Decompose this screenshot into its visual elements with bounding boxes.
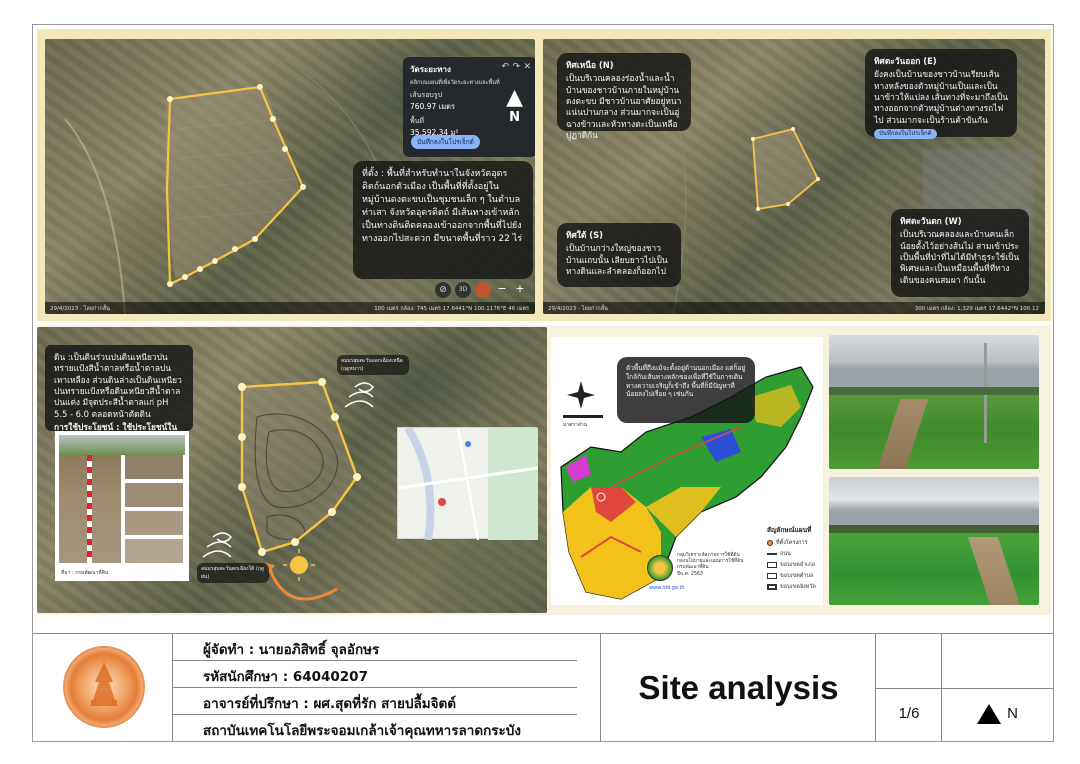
north-label: N bbox=[509, 110, 520, 125]
surroundings-footer-date: 29/4/2023 · โลยก่ากลั้น bbox=[548, 306, 608, 312]
measure-distance-card[interactable]: วัดระยะทาง ↶ ↷ ✕ คลิกบนแผนที่เพื่อวัดระย… bbox=[403, 57, 535, 157]
site-photo-1 bbox=[829, 335, 1039, 469]
district-boundary-icon bbox=[767, 562, 777, 568]
legend-label-subdistrict: ขอบเขตตำบล bbox=[780, 573, 814, 579]
west-side-head: ทิศตะวันตก (W) bbox=[900, 216, 962, 226]
west-side-box: ทิศตะวันตก (W) เป็นบริเวณคลองและบ้านคนเล… bbox=[891, 209, 1029, 297]
surroundings-map: ทิศเหนือ (N) เป็นบริเวณคลองร่องน้ำและน้ำ… bbox=[543, 39, 1045, 314]
location-text: ที่ตั้ง : พื้นที่สำหรับทำนาในจังหวัดอุดร… bbox=[362, 169, 523, 245]
legend-item-road: ถนน bbox=[767, 550, 791, 558]
title-cell: Site analysis bbox=[601, 634, 876, 742]
soil-description: ดิน :เป็นดินร่วนปนดินเหนียวปนทรายแป้งสีน… bbox=[45, 345, 193, 443]
legend-title: สัญลักษณ์แผนที่ bbox=[767, 526, 812, 534]
legend-label-district: ขอบเขตอำเภอ bbox=[780, 562, 815, 568]
north-side-head: ทิศเหนือ (N) bbox=[566, 60, 614, 70]
page-number: 1/6 bbox=[898, 705, 920, 722]
info-cell: ผู้จัดทำ : นายอภิสิทธิ์ จุลอักษร รหัสนัก… bbox=[173, 634, 601, 742]
road-map-inset bbox=[397, 425, 539, 541]
north-side-text: เป็นบริเวณคลองร่องน้ำและน้ำบ้านของชาวบ้า… bbox=[566, 73, 682, 141]
north-arrow-icon: ▲ N bbox=[506, 85, 523, 125]
pegman-icon[interactable] bbox=[475, 282, 491, 298]
save-to-project-button[interactable]: บันทึกลงในโปรเจ็กต์ bbox=[411, 135, 480, 149]
map-controls: ⊘ 3D − + bbox=[435, 282, 527, 298]
zoom-out-icon[interactable]: − bbox=[495, 282, 509, 298]
surroundings-footer-stats: 300 เมตร กล้อง: 1,329 เมตร 17.6442°N 100… bbox=[914, 306, 1039, 312]
site-marker-icon bbox=[767, 540, 773, 546]
east-side-head: ทิศตะวันออก (E) bbox=[874, 56, 937, 66]
west-side-text: เป็นบริเวณคลองและบ้านคนเล็กน้อยตั้งไว้อย… bbox=[900, 229, 1020, 285]
legend-item-district: ขอบเขตอำเภอ bbox=[767, 561, 815, 569]
surroundings-footer: 29/4/2023 · โลยก่ากลั้น 300 เมตร กล้อง: … bbox=[543, 302, 1045, 314]
soil-and-wind-map: ดิน :เป็นดินร่วนปนดินเหนียวปนทรายแป้งสีน… bbox=[37, 327, 547, 613]
scale-label: มาตราส่วน bbox=[563, 422, 588, 428]
drawing-sheet: ที่ตั้ง : พื้นที่สำหรับทำนาในจังหวัดอุดร… bbox=[32, 24, 1054, 742]
legend-label-site: ที่ตั้งโครงการ bbox=[776, 540, 808, 546]
subdistrict-boundary-icon bbox=[767, 573, 777, 579]
soil-profile-photo: ที่มา : กรมพัฒนาที่ดิน bbox=[55, 431, 189, 581]
road-line-icon bbox=[767, 553, 777, 555]
page-cell: 1/6 bbox=[876, 634, 942, 742]
north-arrow-icon bbox=[977, 704, 1002, 724]
source-url[interactable]: www.ldd.go.th bbox=[649, 585, 685, 591]
land-use-map: ตัวพื้นที่ถึงแม้จะตั้งอยู่ด้านนอกเมือง แ… bbox=[551, 337, 823, 605]
road-map-graphic bbox=[397, 425, 539, 541]
south-side-text: เป็นบ้านกว่างใหญ่ของชาวบ้านแถบนั้น เลียบ… bbox=[566, 243, 668, 277]
map-footer: 29/4/2023 · โลยก่ากลั้น 100 เมตร กล้อง: … bbox=[45, 302, 535, 314]
land-dev-logo bbox=[647, 555, 673, 581]
institute-row: สถาบันเทคโนโลยีพระจอมเกล้าเจ้าคุณทหารลาด… bbox=[203, 723, 521, 739]
no-layer-icon[interactable]: ⊘ bbox=[435, 282, 451, 298]
location-description: ที่ตั้ง : พื้นที่สำหรับทำนาในจังหวัดอุดร… bbox=[353, 161, 533, 279]
redo-icon[interactable]: ↷ bbox=[512, 62, 520, 72]
east-side-box: ทิศตะวันออก (E) ยังคงเป็นบ้านของชาวบ้านเ… bbox=[865, 49, 1017, 140]
east-side-text: ยังคงเป็นบ้านของชาวบ้านเรียบเส้นทางหลังข… bbox=[874, 69, 1008, 125]
close-icon[interactable]: ✕ bbox=[523, 62, 531, 72]
land-use-note: ตัวพื้นที่ถึงแม้จะตั้งอยู่ด้านนอกเมือง แ… bbox=[617, 357, 755, 423]
footer-date: 29/4/2023 · โลยก่ากลั้น bbox=[50, 306, 110, 312]
wind-north-label: ลมมรสุมตะวันออกเฉียงเหนือ (ฤดูหนาว) bbox=[337, 355, 409, 375]
source-block: กลุ่มวิเคราะห์สภาพการใช้ที่ดิน กองนโยบาย… bbox=[677, 553, 743, 578]
seal-emblem-icon bbox=[91, 662, 117, 706]
student-id-row: รหัสนักศึกษา : 64040207 bbox=[173, 661, 577, 688]
legend-label-province: ขอบเขตจังหวัด bbox=[780, 584, 816, 590]
soil-text: ดิน :เป็นดินร่วนปนดินเหนียวปนทรายแป้งสีน… bbox=[54, 352, 182, 419]
wind-south-label: ลมมรสุมตะวันตกเฉียงใต้ (ฤดูฝน) bbox=[197, 563, 269, 583]
soil-photo-caption: ที่มา : กรมพัฒนาที่ดิน bbox=[61, 570, 109, 576]
source-line-4: ปีพ.ศ. 2563 bbox=[677, 571, 704, 577]
north-cell: N bbox=[942, 634, 1053, 742]
province-boundary-icon bbox=[767, 584, 777, 590]
advisor-row: อาจารย์ที่ปรึกษา : ผศ.สุดที่รัก สายปลื้ม… bbox=[173, 688, 577, 715]
zoom-in-icon[interactable]: + bbox=[513, 282, 527, 298]
3d-toggle-icon[interactable]: 3D bbox=[455, 282, 471, 298]
legend-item-subdistrict: ขอบเขตตำบล bbox=[767, 572, 813, 580]
footer-stats: 100 เมตร กล้อง: 745 เมตร 17.6441°N 100.1… bbox=[374, 306, 529, 312]
legend-label-road: ถนน bbox=[780, 551, 791, 557]
south-side-head: ทิศใต้ (S) bbox=[566, 230, 603, 240]
site-location-map: ที่ตั้ง : พื้นที่สำหรับทำนาในจังหวัดอุดร… bbox=[45, 39, 535, 314]
site-photo-2 bbox=[829, 477, 1039, 605]
author-row: ผู้จัดทำ : นายอภิสิทธิ์ จุลอักษร bbox=[173, 634, 577, 661]
page-title: Site analysis bbox=[638, 669, 839, 706]
logo-cell bbox=[33, 634, 173, 742]
north-indicator: N bbox=[942, 704, 1053, 724]
legend-item-site: ที่ตั้งโครงการ bbox=[767, 539, 808, 547]
legend-item-province: ขอบเขตจังหวัด bbox=[767, 583, 816, 591]
land-use-note-text: ตัวพื้นที่ถึงแม้จะตั้งอยู่ด้านนอกเมือง แ… bbox=[626, 364, 746, 399]
south-side-box: ทิศใต้ (S) เป็นบ้านกว่างใหญ่ของชาวบ้านแถ… bbox=[557, 223, 681, 287]
north-side-box: ทิศเหนือ (N) เป็นบริเวณคลองร่องน้ำและน้ำ… bbox=[557, 53, 691, 140]
east-save-button[interactable]: บันทึกลงในโปรเจ็กต์ bbox=[874, 129, 937, 140]
university-seal bbox=[63, 646, 145, 728]
undo-icon[interactable]: ↶ bbox=[501, 62, 509, 72]
compass-rose-icon bbox=[567, 381, 595, 409]
title-block: ผู้จัดทำ : นายอภิสิทธิ์ จุลอักษร รหัสนัก… bbox=[33, 633, 1053, 742]
north-indicator-label: N bbox=[1007, 704, 1018, 722]
